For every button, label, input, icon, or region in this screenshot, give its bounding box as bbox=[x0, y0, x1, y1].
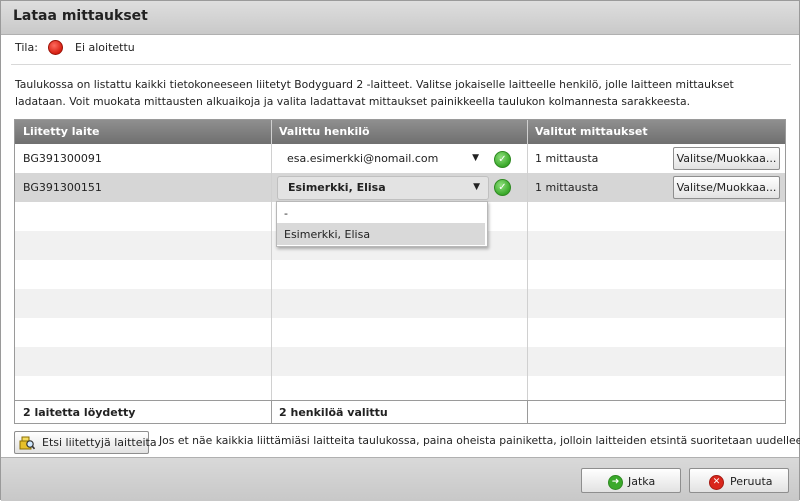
person-select[interactable]: esa.esimerkki@nomail.com ▼ bbox=[277, 148, 487, 170]
column-header-person: Valittu henkilö bbox=[279, 125, 370, 138]
check-icon: ✓ bbox=[494, 179, 511, 196]
table-header: Liitetty laite Valittu henkilö Valitut m… bbox=[15, 120, 785, 144]
empty-row bbox=[15, 289, 785, 318]
continue-button[interactable]: ➜ Jatka bbox=[581, 468, 681, 493]
device-id: BG391300091 bbox=[23, 152, 102, 165]
dropdown-option[interactable]: Esimerkki, Elisa bbox=[277, 223, 485, 245]
instructions-text: Taulukossa on listattu kaikki tietokonee… bbox=[15, 78, 734, 108]
column-divider bbox=[271, 401, 272, 423]
column-header-measurements: Valitut mittaukset bbox=[535, 125, 648, 138]
download-measurements-dialog: Lataa mittaukset Tila: Ei aloitettu Taul… bbox=[0, 0, 800, 501]
devices-table: Liitetty laite Valittu henkilö Valitut m… bbox=[14, 119, 786, 424]
column-divider bbox=[271, 120, 272, 400]
status-label: Tila: bbox=[15, 41, 38, 54]
devices-found-count: 2 laitetta löydetty bbox=[23, 406, 136, 419]
measurement-count: 1 mittausta bbox=[535, 152, 599, 165]
search-devices-icon bbox=[19, 436, 35, 450]
chevron-down-icon: ▼ bbox=[473, 182, 480, 192]
search-hint-text: Jos et näe kaikkia liittämiäsi laitteita… bbox=[159, 434, 800, 447]
chevron-down-icon: ▼ bbox=[472, 153, 479, 163]
cancel-button[interactable]: ✕ Peruuta bbox=[689, 468, 789, 493]
continue-label: Jatka bbox=[628, 475, 656, 488]
measurement-count: 1 mittausta bbox=[535, 181, 599, 194]
column-divider bbox=[527, 401, 528, 423]
action-bar: ➜ Jatka ✕ Peruuta bbox=[1, 457, 799, 501]
device-id: BG391300151 bbox=[23, 181, 102, 194]
cancel-label: Peruuta bbox=[730, 475, 773, 488]
persons-selected-count: 2 henkilöä valittu bbox=[279, 406, 388, 419]
status-value: Ei aloitettu bbox=[75, 41, 135, 54]
dropdown-option[interactable]: - bbox=[277, 202, 485, 224]
status-indicator-icon bbox=[48, 40, 63, 55]
table-row: BG391300151 Esimerkki, Elisa ▼ ✓ 1 mitta… bbox=[15, 173, 785, 202]
divider bbox=[11, 64, 791, 65]
person-select-value: esa.esimerkki@nomail.com bbox=[287, 152, 439, 165]
table-footer: 2 laitetta löydetty 2 henkilöä valittu bbox=[15, 400, 785, 423]
table-row: BG391300091 esa.esimerkki@nomail.com ▼ ✓… bbox=[15, 144, 785, 173]
search-devices-button[interactable]: Etsi liitettyjä laitteita bbox=[14, 431, 157, 454]
column-header-device: Liitetty laite bbox=[23, 125, 100, 138]
empty-row bbox=[15, 260, 785, 289]
empty-row bbox=[15, 347, 785, 376]
arrow-right-icon: ➜ bbox=[608, 475, 623, 490]
dialog-title: Lataa mittaukset bbox=[13, 8, 148, 24]
title-bar: Lataa mittaukset bbox=[1, 1, 799, 35]
person-select-value: Esimerkki, Elisa bbox=[288, 181, 386, 194]
person-select[interactable]: Esimerkki, Elisa ▼ bbox=[277, 176, 489, 200]
check-icon: ✓ bbox=[494, 151, 511, 168]
empty-row bbox=[15, 376, 785, 400]
column-divider bbox=[527, 120, 528, 400]
select-edit-button[interactable]: Valitse/Muokkaa... bbox=[673, 176, 780, 199]
search-devices-label: Etsi liitettyjä laitteita bbox=[42, 436, 157, 449]
empty-row bbox=[15, 318, 785, 347]
select-edit-button[interactable]: Valitse/Muokkaa... bbox=[673, 147, 780, 170]
close-icon: ✕ bbox=[709, 475, 724, 490]
person-dropdown-list: - Esimerkki, Elisa bbox=[276, 201, 488, 247]
